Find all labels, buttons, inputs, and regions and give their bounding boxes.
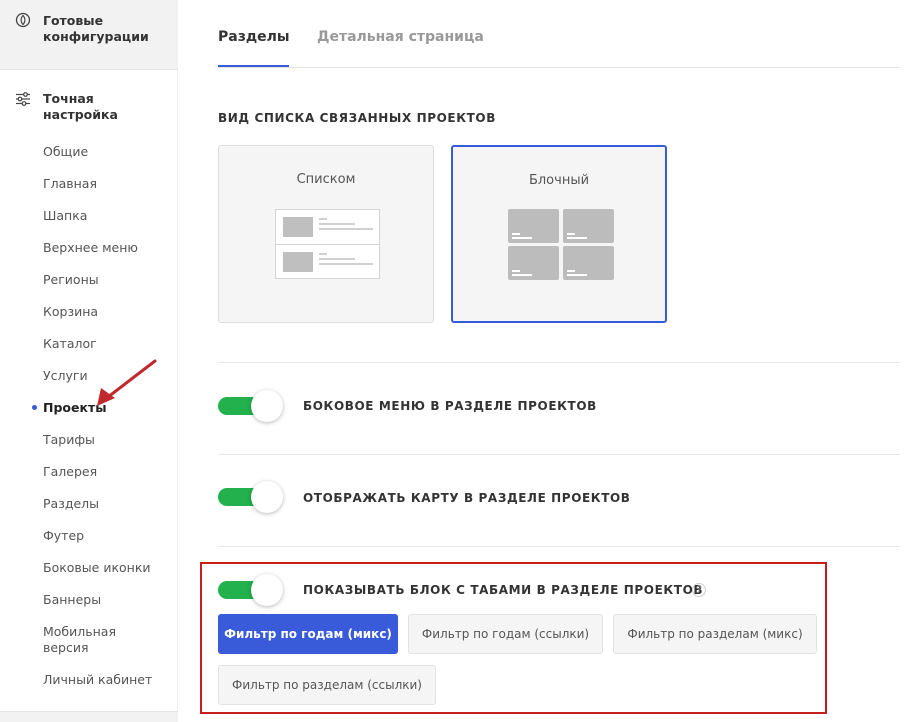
- configurations-icon: [15, 12, 31, 28]
- tab-detail-page[interactable]: Детальная страница: [317, 28, 484, 46]
- sliders-icon: [16, 92, 30, 106]
- filter-by-years-mix-button[interactable]: Фильтр по годам (микс): [218, 614, 398, 654]
- map-toggle-label: ОТОБРАЖАТЬ КАРТУ В РАЗДЕЛЕ ПРОЕКТОВ: [303, 491, 631, 505]
- sidebar-item-banners[interactable]: Баннеры: [43, 592, 173, 608]
- tabs-block-toggle[interactable]: [218, 573, 283, 607]
- sidebar-ready-configs[interactable]: Готовые конфигурации: [0, 0, 178, 70]
- sidebar-item-home[interactable]: Главная: [43, 176, 173, 192]
- sidebar-item-services[interactable]: Услуги: [43, 368, 173, 384]
- sidebar-bottom-section: [0, 711, 178, 722]
- sidebar-item-sections[interactable]: Разделы: [43, 496, 173, 512]
- sidebar-item-top-menu[interactable]: Верхнее меню: [43, 240, 173, 256]
- sidebar-fine-tune-label: Точная настройка: [43, 91, 118, 122]
- filter-by-sections-links-button[interactable]: Фильтр по разделам (ссылки): [218, 665, 436, 705]
- sidebar-ready-configs-label: Готовые конфигурации: [43, 13, 149, 44]
- sidebar-item-header[interactable]: Шапка: [43, 208, 173, 224]
- section-divider: [218, 454, 900, 455]
- filter-by-years-links-button[interactable]: Фильтр по годам (ссылки): [408, 614, 603, 654]
- side-menu-toggle[interactable]: [218, 389, 283, 423]
- view-option-block[interactable]: Блочный: [451, 145, 667, 323]
- tab-bar: Разделы Детальная страница: [218, 0, 900, 68]
- sidebar-item-general[interactable]: Общие: [43, 144, 173, 160]
- help-icon[interactable]: ?: [692, 583, 706, 597]
- tabs-block-toggle-label: ПОКАЗЫВАТЬ БЛОК С ТАБАМИ В РАЗДЕЛЕ ПРОЕК…: [303, 583, 704, 597]
- sidebar-item-footer[interactable]: Футер: [43, 528, 173, 544]
- view-section-title: ВИД СПИСКА СВЯЗАННЫХ ПРОЕКТОВ: [218, 111, 496, 125]
- sidebar-item-catalog[interactable]: Каталог: [43, 336, 173, 352]
- sidebar-item-gallery[interactable]: Галерея: [43, 464, 173, 480]
- sidebar-item-account[interactable]: Личный кабинет: [43, 672, 173, 688]
- view-option-block-label: Блочный: [528, 173, 590, 188]
- sidebar-item-regions[interactable]: Регионы: [43, 272, 173, 288]
- sidebar-item-projects[interactable]: Проекты: [43, 400, 173, 416]
- sidebar-item-mobile[interactable]: Мобильная версия: [43, 624, 138, 656]
- view-option-list-label: Списком: [296, 172, 356, 187]
- sidebar-item-side-icons[interactable]: Боковые иконки: [43, 560, 173, 576]
- sidebar-item-cart[interactable]: Корзина: [43, 304, 173, 320]
- section-divider: [218, 362, 900, 363]
- list-preview-icon: [275, 209, 380, 279]
- grid-preview-icon: [508, 209, 614, 281]
- sidebar-item-tariffs[interactable]: Тарифы: [43, 432, 173, 448]
- side-menu-toggle-label: БОКОВОЕ МЕНЮ В РАЗДЕЛЕ ПРОЕКТОВ: [303, 399, 597, 413]
- sidebar: Готовые конфигурации Точная настройка Об…: [0, 0, 178, 722]
- section-divider: [218, 546, 900, 547]
- active-tab-indicator: [218, 65, 289, 67]
- map-toggle[interactable]: [218, 480, 283, 514]
- filter-by-sections-mix-button[interactable]: Фильтр по разделам (микс): [613, 614, 817, 654]
- view-option-list[interactable]: Списком: [218, 145, 434, 323]
- tab-sections[interactable]: Разделы: [218, 28, 290, 46]
- active-item-dot: [32, 405, 37, 410]
